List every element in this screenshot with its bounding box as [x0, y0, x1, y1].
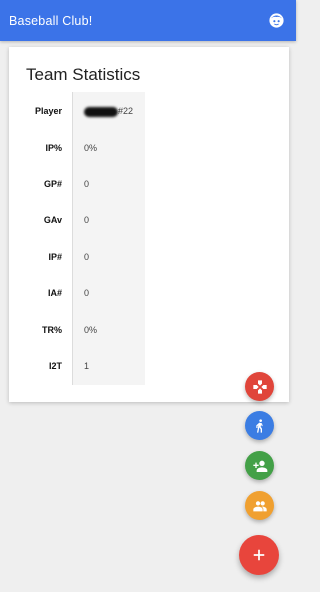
stat-row-ip-percent: IP% 0%	[9, 141, 289, 159]
gamepad-icon	[252, 379, 267, 394]
person-add-icon	[252, 460, 267, 472]
stat-row-ia: IA# 0	[9, 286, 289, 304]
stat-value: 0	[84, 215, 90, 225]
stat-value: 0%	[84, 143, 98, 153]
add-person-fab[interactable]	[245, 451, 274, 480]
team-statistics-card: Team Statistics Player #22 IP% 0% GP# 0 …	[9, 47, 289, 402]
stats-divider	[72, 92, 73, 385]
app-bar: Baseball Club!	[0, 0, 296, 41]
plus-icon	[253, 549, 265, 561]
stat-label: I2T	[48, 361, 62, 371]
stat-label: IP#	[48, 252, 62, 262]
stat-row-player: Player #22	[9, 104, 289, 122]
stats-value-column	[72, 92, 145, 385]
stat-row-tr-percent: TR% 0%	[9, 323, 289, 341]
face-icon[interactable]	[268, 12, 285, 29]
app-title: Baseball Club!	[9, 13, 93, 28]
walk-fab[interactable]	[245, 411, 274, 440]
stat-value: 0	[84, 252, 90, 262]
stat-label: GP#	[43, 179, 62, 189]
stat-label: IP%	[45, 143, 62, 153]
stat-row-i2t: I2T 1	[9, 359, 289, 377]
stat-row-ip: IP# 0	[9, 250, 289, 268]
stat-label: IA#	[47, 288, 62, 298]
player-number: #22	[118, 106, 134, 116]
group-fab[interactable]	[245, 491, 274, 520]
redacted-name	[84, 106, 118, 117]
stat-value: #22	[84, 106, 133, 117]
walk-icon	[255, 418, 263, 433]
game-fab[interactable]	[245, 372, 274, 401]
group-icon	[252, 500, 267, 511]
stat-value: 0%	[84, 325, 98, 335]
stat-label: GAv	[43, 215, 62, 225]
stat-row-gp: GP# 0	[9, 177, 289, 195]
stat-label: Player	[34, 106, 62, 116]
stat-label: TR%	[42, 325, 62, 335]
stat-value: 0	[84, 179, 90, 189]
stat-row-gav: GAv 0	[9, 213, 289, 231]
add-fab[interactable]	[239, 535, 279, 575]
stat-value: 1	[84, 361, 90, 371]
card-title: Team Statistics	[26, 65, 141, 84]
stat-value: 0	[84, 288, 90, 298]
